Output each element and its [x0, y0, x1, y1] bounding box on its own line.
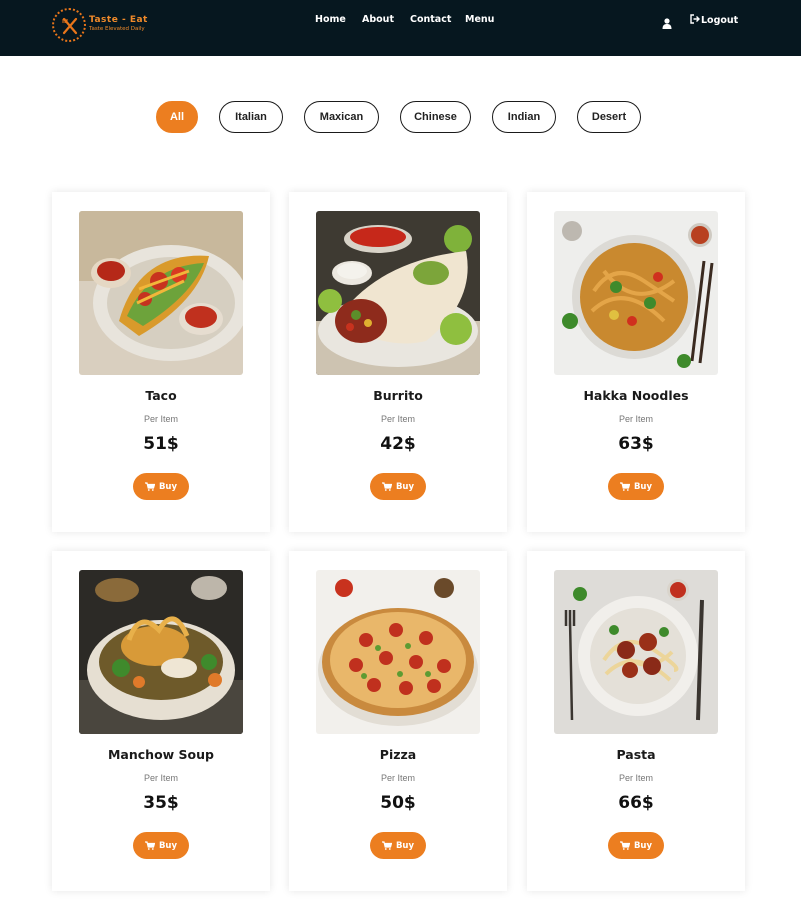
nav-link-contact[interactable]: Contact [410, 14, 451, 25]
nav-link-menu[interactable]: Menu [465, 14, 494, 25]
product-unit: Per Item [143, 773, 178, 783]
product-price: 50$ [380, 793, 416, 813]
category-filters: All Italian Maxican Chinese Indian Deser… [0, 101, 801, 133]
logout-icon [690, 14, 700, 24]
product-image [79, 570, 243, 734]
product-price: 51$ [143, 434, 179, 454]
buy-button[interactable]: Buy [133, 832, 189, 859]
filter-all[interactable]: All [156, 101, 198, 133]
filter-chinese[interactable]: Chinese [400, 101, 471, 133]
navbar: Taste - Eat Taste Elevated Daily Home Ab… [0, 0, 801, 56]
user-icon[interactable] [662, 14, 672, 33]
buy-label: Buy [158, 840, 178, 851]
product-unit: Per Item [618, 414, 653, 424]
product-unit: Per Item [380, 773, 415, 783]
product-image [554, 570, 718, 734]
product-name: Pizza [379, 747, 417, 762]
product-name: Taco [145, 388, 177, 403]
buy-button[interactable]: Buy [608, 832, 664, 859]
product-card: Hakka Noodles Per Item 63$ Buy [527, 192, 745, 532]
product-image [79, 211, 243, 375]
cart-icon [619, 841, 630, 850]
product-name: Burrito [373, 388, 423, 403]
cart-icon [144, 482, 155, 491]
logout-link[interactable]: Logout [690, 14, 738, 26]
product-card: Burrito Per Item 42$ Buy [289, 192, 507, 532]
buy-label: Buy [158, 481, 178, 492]
product-name: Hakka Noodles [583, 388, 689, 403]
product-image [316, 570, 480, 734]
cart-icon [144, 841, 155, 850]
buy-button[interactable]: Buy [370, 473, 426, 500]
product-name: Pasta [616, 747, 656, 762]
nav-link-about[interactable]: About [362, 14, 394, 25]
cart-icon [619, 482, 630, 491]
product-card: Pasta Per Item 66$ Buy [527, 551, 745, 891]
buy-button[interactable]: Buy [370, 832, 426, 859]
product-price: 35$ [143, 793, 179, 813]
product-price: 42$ [380, 434, 416, 454]
buy-button[interactable]: Buy [608, 473, 664, 500]
filter-desert[interactable]: Desert [577, 101, 641, 133]
buy-label: Buy [395, 481, 415, 492]
filter-indian[interactable]: Indian [492, 101, 556, 133]
product-card: Taco Per Item 51$ Buy [52, 192, 270, 532]
buy-button[interactable]: Buy [133, 473, 189, 500]
buy-label: Buy [633, 840, 653, 851]
product-price: 66$ [618, 793, 654, 813]
product-unit: Per Item [143, 414, 178, 424]
logout-label: Logout [701, 15, 739, 26]
cart-icon [381, 482, 392, 491]
product-card: Pizza Per Item 50$ Buy [289, 551, 507, 891]
nav-link-home[interactable]: Home [315, 14, 346, 25]
product-unit: Per Item [380, 414, 415, 424]
product-price: 63$ [618, 434, 654, 454]
product-image [316, 211, 480, 375]
product-image [554, 211, 718, 375]
product-name: Manchow Soup [107, 747, 214, 762]
product-unit: Per Item [618, 773, 653, 783]
filter-maxican[interactable]: Maxican [304, 101, 379, 133]
buy-label: Buy [395, 840, 415, 851]
filter-italian[interactable]: Italian [219, 101, 283, 133]
product-card: Manchow Soup Per Item 35$ Buy [52, 551, 270, 891]
nav-links: Home About Contact Menu [0, 14, 801, 28]
buy-label: Buy [633, 481, 653, 492]
cart-icon [381, 841, 392, 850]
